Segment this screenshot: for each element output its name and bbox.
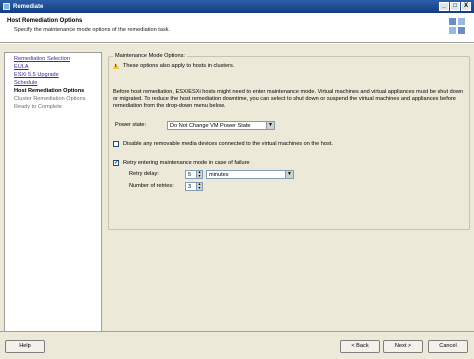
maximize-icon[interactable]: □ [450,2,460,11]
window-title-bar[interactable]: Remediate _ □ X [0,0,474,13]
chevron-down-icon[interactable]: ▼ [266,122,274,129]
power-state-dropdown[interactable]: Do Not Change VM Power State ▼ [167,121,275,130]
retries-value: 3 [188,183,192,190]
step-esxi-upgrade[interactable]: ESXi 5.5 Upgrade [14,72,59,78]
step-host-remediation-options: Host Remediation Options [14,88,85,94]
maintenance-mode-group: Maintenance Mode Options: ! These option… [108,53,470,230]
warning-icon: ! [113,63,119,69]
power-state-value: Do Not Change VM Power State [170,122,251,129]
vmware-logo-icon [449,18,465,34]
retry-delay-unit-value: minutes [209,171,229,178]
page-title: Host Remediation Options [7,18,83,24]
window-controls: _ □ X [438,2,471,11]
help-button[interactable]: Help [5,340,45,353]
chevron-down-icon[interactable]: ▼ [285,171,293,178]
step-schedule[interactable]: Schedule [14,80,37,86]
retries-label: Number of retries: [129,183,174,189]
retry-delay-stepper[interactable]: 5 ▲ ▼ [185,170,203,179]
disable-media-checkbox[interactable] [113,141,119,147]
window-title: Remediate [13,3,44,10]
wizard-header: Host Remediation Options Specify the mai… [0,13,474,43]
minimize-icon[interactable]: _ [439,2,449,11]
cluster-warning: ! These options also apply to hosts in c… [113,63,234,69]
page-subtitle: Specify the maintenance mode options of … [14,27,171,33]
retry-maintenance-checkbox[interactable]: ✓ [113,160,119,166]
step-remediation-selection[interactable]: Remediation Selection [14,56,70,62]
step-cluster-remediation-options: Cluster Remediation Options [14,96,86,102]
wizard-footer: Help < Back Next > Cancel [0,331,474,359]
wizard-body: Remediation Selection EULA ESXi 5.5 Upgr… [0,44,474,332]
stepper-arrows-icon[interactable]: ▲ ▼ [196,182,202,190]
retries-stepper[interactable]: 3 ▲ ▼ [185,182,203,191]
wizard-step-list: Remediation Selection EULA ESXi 5.5 Upgr… [4,52,102,332]
app-icon [3,3,10,10]
retry-delay-label: Retry delay: [129,171,159,177]
disable-media-label: Disable any removable media devices conn… [123,141,333,147]
step-ready-to-complete: Ready to Complete [14,104,62,110]
power-state-label: Power state: [115,122,147,128]
warning-text: These options also apply to hosts in clu… [123,63,235,69]
close-icon[interactable]: X [461,2,471,11]
cancel-button[interactable]: Cancel [428,340,468,353]
retry-delay-unit-dropdown[interactable]: minutes ▼ [206,170,294,179]
stepper-arrows-icon[interactable]: ▲ ▼ [196,170,202,178]
retry-delay-value: 5 [188,171,192,178]
maintenance-description: Before host remediation, ESX/ESXi hosts … [113,89,464,110]
retry-maintenance-label: Retry entering maintenance mode in case … [123,160,250,166]
back-button[interactable]: < Back [340,340,380,353]
step-eula[interactable]: EULA [14,64,29,70]
maintenance-mode-legend: Maintenance Mode Options: [113,53,187,59]
next-button[interactable]: Next > [383,340,423,353]
